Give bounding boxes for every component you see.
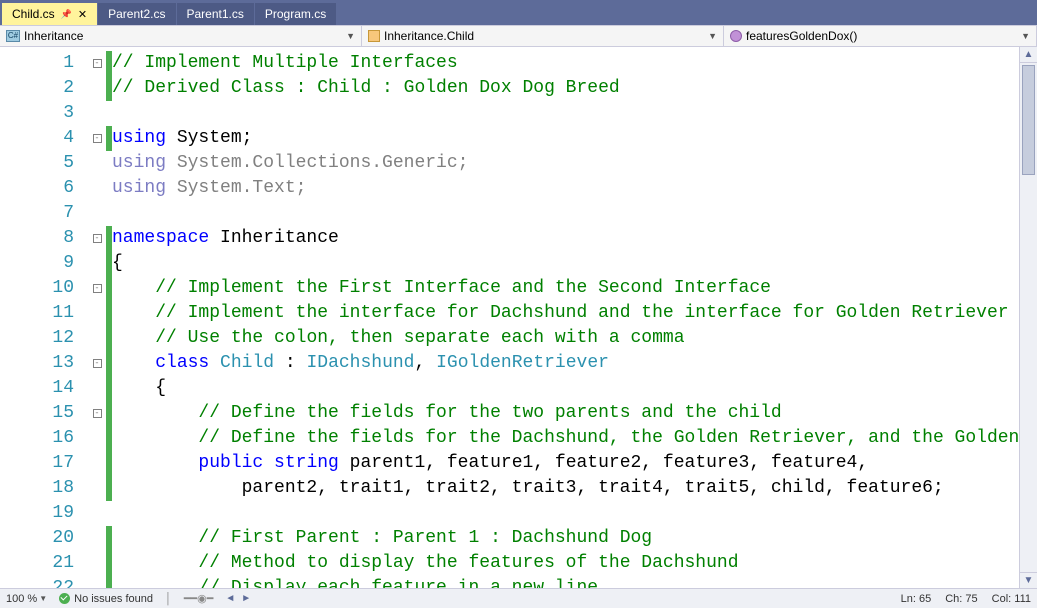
fold-toggle[interactable]: - <box>93 409 102 418</box>
fold-toggle[interactable]: - <box>93 134 102 143</box>
close-icon[interactable]: ✕ <box>78 8 87 21</box>
char-label: Ch: 75 <box>945 593 977 605</box>
line-number: 4 <box>0 126 74 151</box>
navigation-bar: C# Inheritance ▼ Inheritance.Child ▼ fea… <box>0 25 1037 47</box>
line-number: 11 <box>0 301 74 326</box>
line-number: 5 <box>0 151 74 176</box>
line-number: 13 <box>0 351 74 376</box>
vertical-scrollbar[interactable]: ▲ ▼ <box>1019 47 1037 588</box>
member-label: featuresGoldenDox() <box>746 29 857 43</box>
line-number: 8 <box>0 226 74 251</box>
pin-icon[interactable]: 📌 <box>61 9 72 20</box>
code-area[interactable]: // Implement Multiple Interfaces// Deriv… <box>112 47 1019 588</box>
code-line[interactable]: // Define the fields for the two parents… <box>112 401 1019 426</box>
code-line[interactable]: { <box>112 251 1019 276</box>
fold-toggle[interactable]: - <box>93 234 102 243</box>
class-label: Inheritance.Child <box>384 29 474 43</box>
tab-label: Parent2.cs <box>108 7 165 21</box>
line-number: 17 <box>0 451 74 476</box>
document-tab[interactable]: Parent1.cs <box>177 3 255 25</box>
fold-toggle[interactable]: - <box>93 359 102 368</box>
class-dropdown[interactable]: Inheritance.Child ▼ <box>362 26 724 46</box>
code-line[interactable]: // Define the fields for the Dachshund, … <box>112 426 1019 451</box>
scope-label: Inheritance <box>24 29 83 43</box>
line-number: 18 <box>0 476 74 501</box>
class-icon <box>368 30 380 42</box>
line-number: 3 <box>0 101 74 126</box>
col-label: Col: 111 <box>992 593 1031 605</box>
issues-label: No issues found <box>74 593 153 605</box>
divider: │ <box>165 593 172 605</box>
line-number: 20 <box>0 526 74 551</box>
issue-nav[interactable]: ◄ ► <box>225 593 251 604</box>
slider-icon[interactable]: ━━◉━ <box>184 592 213 605</box>
code-line[interactable]: parent2, trait1, trait2, trait3, trait4,… <box>112 476 1019 501</box>
member-dropdown[interactable]: featuresGoldenDox() ▼ <box>724 26 1037 46</box>
chevron-down-icon: ▼ <box>346 31 355 41</box>
line-number: 2 <box>0 76 74 101</box>
tab-label: Child.cs <box>12 7 55 21</box>
tab-label: Parent1.cs <box>187 7 244 21</box>
document-tab[interactable]: Child.cs 📌 ✕ <box>2 3 98 25</box>
line-number: 12 <box>0 326 74 351</box>
code-line[interactable]: // First Parent : Parent 1 : Dachshund D… <box>112 526 1019 551</box>
status-bar: 100 % ▼ No issues found │ ━━◉━ ◄ ► Ln: 6… <box>0 588 1037 608</box>
line-number: 7 <box>0 201 74 226</box>
code-editor[interactable]: 12345678910111213141516171819202122 ----… <box>0 47 1037 588</box>
code-line[interactable]: { <box>112 376 1019 401</box>
code-line[interactable]: using System.Collections.Generic; <box>112 151 1019 176</box>
code-line[interactable] <box>112 201 1019 226</box>
scroll-up-arrow[interactable]: ▲ <box>1020 47 1037 63</box>
code-line[interactable]: public string parent1, feature1, feature… <box>112 451 1019 476</box>
next-issue-icon[interactable]: ► <box>241 593 251 604</box>
scroll-thumb[interactable] <box>1022 65 1035 175</box>
csharp-icon: C# <box>6 30 20 42</box>
chevron-down-icon: ▼ <box>1021 31 1030 41</box>
line-label: Ln: 65 <box>901 593 932 605</box>
method-icon <box>730 30 742 42</box>
line-number: 21 <box>0 551 74 576</box>
code-line[interactable]: // Implement the First Interface and the… <box>112 276 1019 301</box>
document-tab[interactable]: Program.cs <box>255 3 337 25</box>
line-number: 16 <box>0 426 74 451</box>
scope-dropdown[interactable]: C# Inheritance ▼ <box>0 26 362 46</box>
code-line[interactable]: // Implement Multiple Interfaces <box>112 51 1019 76</box>
caret-position: Ln: 65 Ch: 75 Col: 111 <box>901 593 1031 605</box>
line-number: 15 <box>0 401 74 426</box>
line-number: 1 <box>0 51 74 76</box>
document-tab[interactable]: Parent2.cs <box>98 3 176 25</box>
code-line[interactable] <box>112 101 1019 126</box>
prev-issue-icon[interactable]: ◄ <box>225 593 235 604</box>
chevron-down-icon: ▼ <box>39 594 47 603</box>
code-line[interactable]: // Display each feature in a new line <box>112 576 1019 588</box>
issues-indicator[interactable]: No issues found <box>59 593 153 605</box>
line-number: 19 <box>0 501 74 526</box>
code-line[interactable]: // Derived Class : Child : Golden Dox Do… <box>112 76 1019 101</box>
document-tab-row: Child.cs 📌 ✕ Parent2.cs Parent1.cs Program.cs <box>0 0 1037 25</box>
checkmark-icon <box>59 593 70 604</box>
code-line[interactable] <box>112 501 1019 526</box>
line-number: 10 <box>0 276 74 301</box>
code-line[interactable]: // Use the colon, then separate each wit… <box>112 326 1019 351</box>
fold-column[interactable]: - - - - - - <box>88 47 106 588</box>
line-number: 6 <box>0 176 74 201</box>
fold-toggle[interactable]: - <box>93 59 102 68</box>
code-line[interactable]: // Method to display the features of the… <box>112 551 1019 576</box>
zoom-level[interactable]: 100 % ▼ <box>6 593 47 605</box>
line-number: 14 <box>0 376 74 401</box>
zoom-label: 100 % <box>6 593 37 605</box>
code-line[interactable]: using System; <box>112 126 1019 151</box>
fold-toggle[interactable]: - <box>93 284 102 293</box>
scroll-down-arrow[interactable]: ▼ <box>1020 572 1037 588</box>
code-line[interactable]: using System.Text; <box>112 176 1019 201</box>
line-number-gutter: 12345678910111213141516171819202122 <box>0 47 88 588</box>
code-line[interactable]: // Implement the interface for Dachshund… <box>112 301 1019 326</box>
code-line[interactable]: namespace Inheritance <box>112 226 1019 251</box>
tab-label: Program.cs <box>265 7 326 21</box>
line-number: 9 <box>0 251 74 276</box>
chevron-down-icon: ▼ <box>708 31 717 41</box>
code-line[interactable]: class Child : IDachshund, IGoldenRetriev… <box>112 351 1019 376</box>
